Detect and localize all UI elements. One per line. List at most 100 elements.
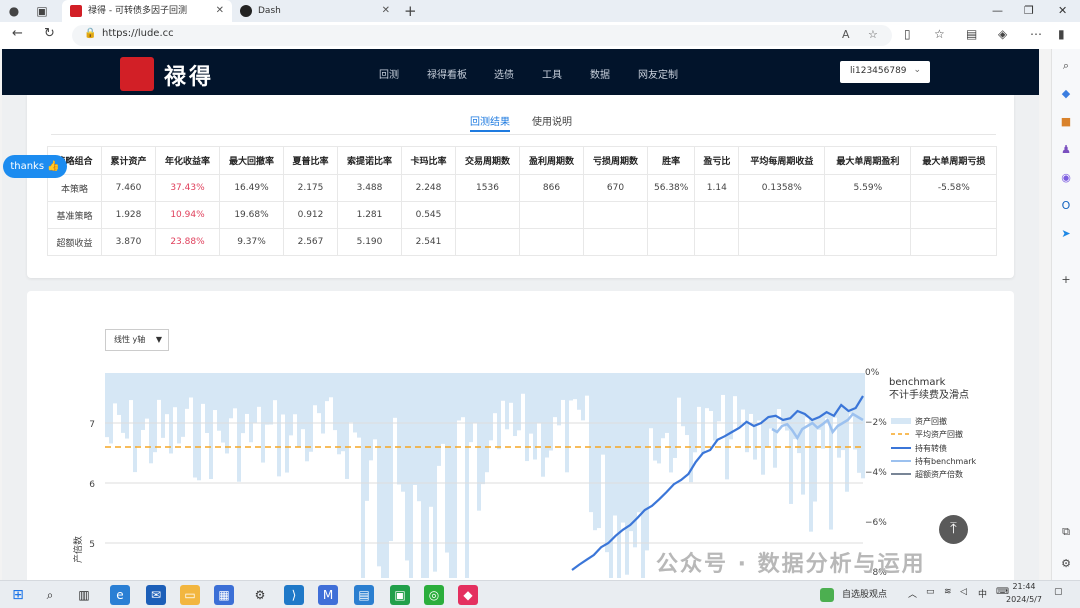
browser-tab-dash[interactable]: Dash ✕ xyxy=(232,0,398,22)
user-select[interactable]: li123456789 ⌄ xyxy=(840,61,930,83)
sidebar-toggle-icon[interactable]: ▮ xyxy=(1058,27,1065,41)
drawdown-bar xyxy=(853,373,857,450)
drawdown-bar xyxy=(525,373,529,462)
clock-date[interactable]: 2024/5/7 xyxy=(998,595,1050,604)
table-cell xyxy=(583,228,648,256)
close-window-icon[interactable]: ✕ xyxy=(1058,0,1067,22)
drawdown-bar xyxy=(709,373,713,412)
news-text[interactable]: 自选股观点 xyxy=(842,587,887,600)
table-cell: 3.870 xyxy=(101,228,156,256)
search-icon[interactable]: ⌕ xyxy=(1059,59,1073,73)
office-icon[interactable]: ◉ xyxy=(1059,171,1073,185)
store-icon[interactable]: ▦ xyxy=(214,585,234,605)
menu-custom[interactable]: 网友定制 xyxy=(638,66,678,81)
tag-icon[interactable]: ◆ xyxy=(1059,87,1073,101)
table-cell: 23.88% xyxy=(155,228,220,256)
legend-item[interactable]: 持有转债 xyxy=(915,443,947,453)
app-terminal-icon[interactable]: ▣ xyxy=(390,585,410,605)
ime-label[interactable]: 中 xyxy=(978,587,987,600)
url-field[interactable]: 🔒 https://lude.cc A ☆ xyxy=(72,25,892,46)
menu-tools[interactable]: 工具 xyxy=(542,66,562,81)
file-explorer-icon[interactable]: ▭ xyxy=(180,585,200,605)
more-icon[interactable]: ⋯ xyxy=(1030,27,1042,41)
app-folder-icon[interactable]: ▤ xyxy=(354,585,374,605)
back-to-top-button[interactable]: ⤒ xyxy=(939,515,968,544)
restore-icon[interactable]: ❐ xyxy=(1024,0,1034,22)
add-icon[interactable]: + xyxy=(1059,273,1073,287)
settings-icon[interactable]: ⚙ xyxy=(250,585,270,605)
menu-select-bonds[interactable]: 选债 xyxy=(494,66,514,81)
legend-item[interactable]: 平均资产回撤 xyxy=(915,429,963,439)
edge-taskbar-icon[interactable]: e xyxy=(110,585,130,605)
volume-icon[interactable]: ◁ xyxy=(960,587,967,597)
favorite-star-icon[interactable]: ☆ xyxy=(868,28,878,41)
menu-dashboard[interactable]: 禄得看板 xyxy=(427,66,467,81)
collections-icon[interactable]: ▤ xyxy=(966,27,977,41)
tray-ime-icon[interactable]: ▭ xyxy=(926,587,935,597)
settings-icon[interactable]: ⚙ xyxy=(1059,557,1073,571)
table-cell: 2.567 xyxy=(283,228,338,256)
refresh-icon[interactable]: ↻ xyxy=(44,26,55,41)
tray-expand-icon[interactable]: ︿ xyxy=(908,587,917,600)
screenshot-icon[interactable]: ⧉ xyxy=(1059,525,1073,539)
drawdown-bar xyxy=(233,373,237,409)
menu-backtest[interactable]: 回测 xyxy=(379,66,399,81)
vscode-icon[interactable]: ⟩ xyxy=(284,585,304,605)
drawdown-bar xyxy=(817,373,821,430)
drawdown-bar xyxy=(277,373,281,477)
menu-data[interactable]: 数据 xyxy=(590,66,610,81)
drawdown-bar xyxy=(645,373,649,551)
notifications-icon[interactable]: ▢ xyxy=(1054,587,1063,597)
tab-instructions[interactable]: 使用说明 xyxy=(532,113,572,128)
windows-start-icon[interactable]: ⊞ xyxy=(8,585,28,605)
read-aloud-icon[interactable]: A xyxy=(842,28,850,41)
wechat-icon[interactable]: ◎ xyxy=(424,585,444,605)
table-cell: 1536 xyxy=(455,174,520,202)
browser-tab-lude[interactable]: 禄得 - 可转债多因子回测 ✕ xyxy=(62,0,232,22)
tab-actions-icon[interactable]: ▣ xyxy=(34,3,50,19)
extensions-icon[interactable]: ◈ xyxy=(998,27,1007,41)
wifi-icon[interactable]: ≋ xyxy=(944,587,952,597)
drawdown-bar xyxy=(681,373,685,427)
profile-icon[interactable]: ● xyxy=(6,3,22,19)
people-icon[interactable]: ♟ xyxy=(1059,143,1073,157)
logo-text[interactable]: 禄得 xyxy=(164,59,214,91)
task-view-icon[interactable]: ▥ xyxy=(74,585,94,605)
drawdown-bar xyxy=(629,373,633,532)
legend-item[interactable]: 资产回撤 xyxy=(915,416,947,426)
send-icon[interactable]: ➤ xyxy=(1059,227,1073,241)
app-m-icon[interactable]: M xyxy=(318,585,338,605)
minimize-icon[interactable]: — xyxy=(992,0,1003,22)
close-tab-icon[interactable]: ✕ xyxy=(216,0,224,22)
mail-icon[interactable]: ✉ xyxy=(146,585,166,605)
favorites-icon[interactable]: ☆ xyxy=(934,27,945,41)
drawdown-bar xyxy=(737,373,741,429)
drawdown-bar xyxy=(361,373,365,578)
drawdown-bar xyxy=(561,373,565,400)
drawdown-bar xyxy=(193,373,197,478)
header-cell: 最大回撤率 xyxy=(219,146,284,175)
toolbox-icon[interactable]: ■ xyxy=(1059,115,1073,129)
address-bar-row: ← ↻ 🔒 https://lude.cc A ☆ ▯ ☆ ▤ ◈ ⋯ ▮ xyxy=(0,22,1080,49)
thanks-button[interactable]: thanks 👍 xyxy=(3,155,67,178)
table-cell xyxy=(455,201,520,229)
table-cell xyxy=(738,228,826,256)
y-left-label: 产倍数 xyxy=(72,536,84,563)
legend-item[interactable]: 超额资产倍数 xyxy=(915,469,963,479)
outlook-icon[interactable]: O xyxy=(1059,199,1073,213)
drawdown-bar xyxy=(729,373,733,440)
app-pink-icon[interactable]: ◆ xyxy=(458,585,478,605)
clock-time[interactable]: 21:44 xyxy=(1004,582,1044,591)
legend-item[interactable]: 持有benchmark xyxy=(915,456,977,466)
search-icon[interactable]: ⌕ xyxy=(40,585,60,605)
close-tab-icon[interactable]: ✕ xyxy=(382,0,390,22)
bull-logo-icon[interactable] xyxy=(120,57,154,91)
tab-results[interactable]: 回测结果 xyxy=(470,113,510,132)
drawdown-bar xyxy=(705,373,709,409)
drawdown-bar xyxy=(773,373,777,468)
split-screen-icon[interactable]: ▯ xyxy=(904,27,911,41)
drawdown-bar xyxy=(693,373,697,453)
new-tab-button[interactable]: + xyxy=(404,0,417,22)
back-icon[interactable]: ← xyxy=(12,26,23,41)
table-cell xyxy=(824,228,912,256)
